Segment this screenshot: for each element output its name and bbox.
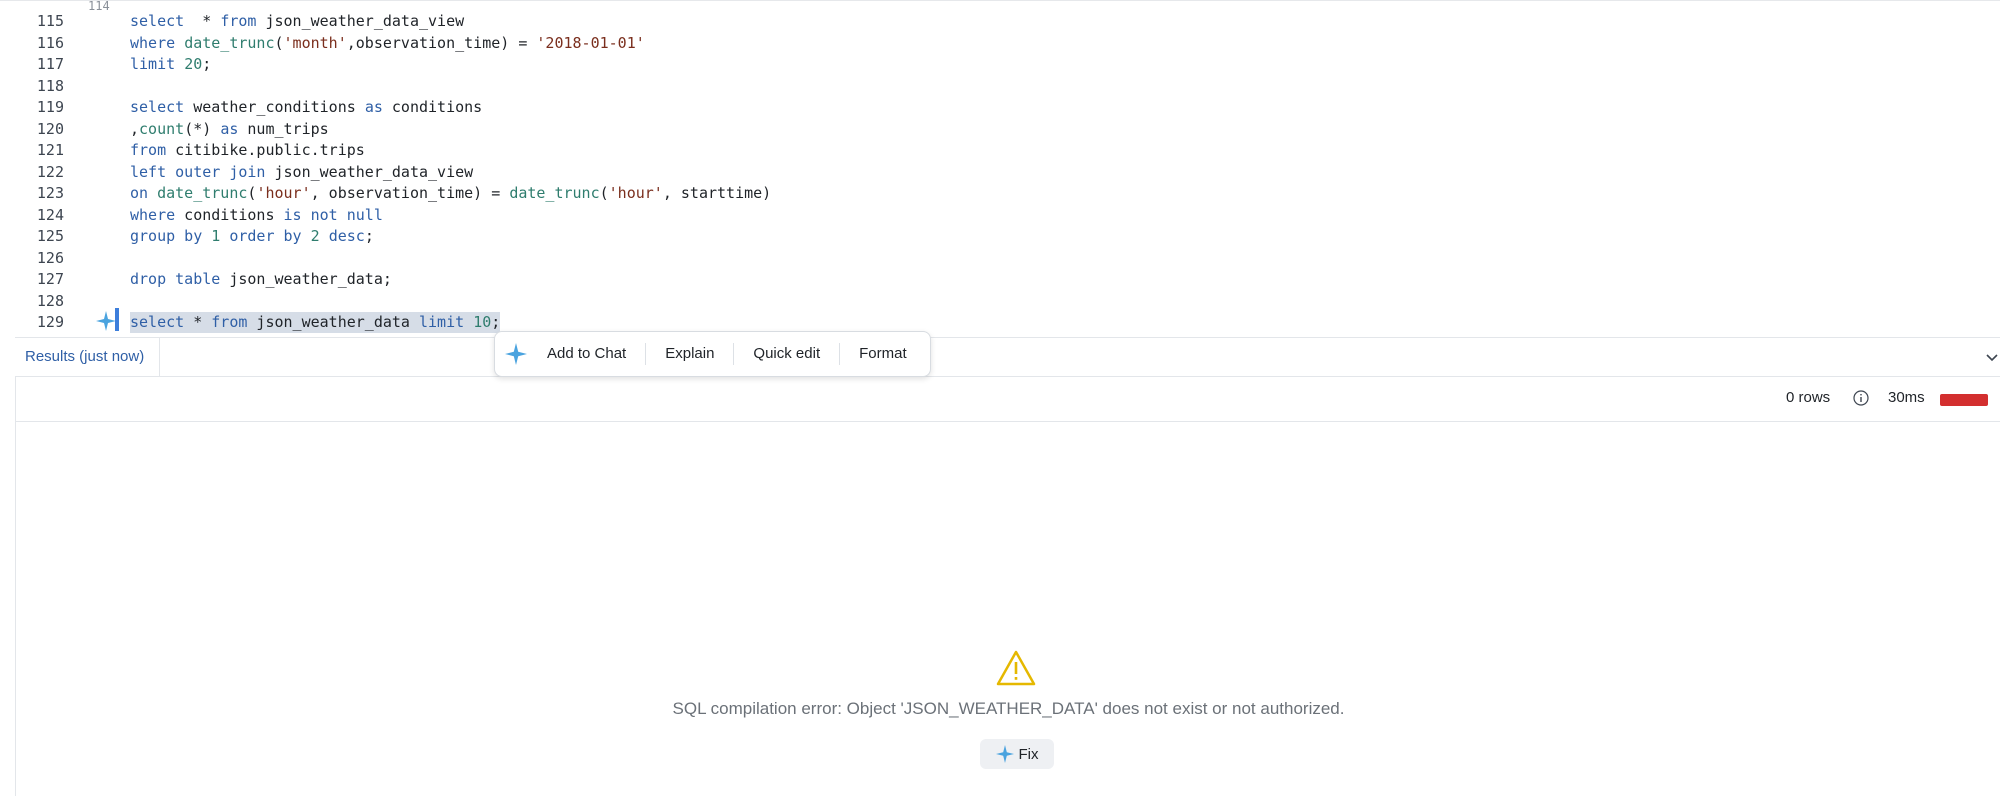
fix-label: Fix <box>1018 745 1039 763</box>
code-text[interactable]: select * from json_weather_data_view <box>130 11 464 32</box>
error-message: SQL compilation error: Object 'JSON_WEAT… <box>672 699 1345 718</box>
code-text[interactable]: ,count(*) as num_trips <box>130 119 329 140</box>
line-number: 119 <box>36 98 64 116</box>
code-text[interactable]: left outer join json_weather_data_view <box>130 162 473 183</box>
code-line[interactable]: 122 left outer join json_weather_data_vie… <box>0 162 2000 183</box>
line-number: 126 <box>36 248 64 267</box>
code-text[interactable]: where conditions is not null <box>130 205 383 226</box>
tab-results[interactable]: Results (just now) <box>15 338 160 377</box>
selection-ai-toolbar: Add to Chat Explain Quick edit Format <box>494 331 931 377</box>
results-panel: 0 rows 30ms SQL compilation error: Objec… <box>15 377 2000 796</box>
active-line-marker <box>115 308 119 331</box>
code-text[interactable]: group by 1 order by 2 desc; <box>130 226 374 247</box>
code-text[interactable]: from citibike.public.trips <box>130 140 365 161</box>
row-count: 0 rows <box>1786 389 1831 406</box>
line-number: 123 <box>36 184 64 202</box>
fix-button[interactable]: Fix <box>980 739 1054 769</box>
code-line[interactable]: 117 limit 20; <box>0 54 2000 75</box>
line-number: 118 <box>36 76 64 95</box>
code-line[interactable]: 119 select weather_conditions as conditio… <box>0 97 2000 118</box>
code-text[interactable]: on date_trunc('hour', observation_time) … <box>130 183 771 204</box>
code-line[interactable]: 124 where conditions is not null <box>0 205 2000 226</box>
code-text[interactable]: drop table json_weather_data; <box>130 269 392 290</box>
code-line[interactable]: 129 select * from json_weather_data limit… <box>0 312 2000 333</box>
quick-edit-button[interactable]: Quick edit <box>734 343 841 365</box>
line-number: 129 <box>36 313 64 331</box>
code-line[interactable]: 125 group by 1 order by 2 desc; <box>0 226 2000 247</box>
code-line[interactable]: 118 <box>0 76 2000 97</box>
chevron-down-icon[interactable] <box>1984 349 2000 365</box>
ai-sparkle-icon <box>995 745 1014 763</box>
line-number: 116 <box>36 33 64 52</box>
code-line[interactable]: 123 on date_trunc('hour', observation_tim… <box>0 183 2000 204</box>
format-button[interactable]: Format <box>840 343 926 365</box>
code-line[interactable]: 115 select * from json_weather_data_view <box>0 11 2000 32</box>
code-text[interactable]: limit 20; <box>130 54 211 75</box>
results-stats-bar: 0 rows 30ms <box>16 377 2000 422</box>
code-line[interactable]: 120 ,count(*) as num_trips <box>0 119 2000 140</box>
ai-sparkle-icon[interactable] <box>96 311 116 331</box>
sql-editor[interactable]: 114 115 select * from json_weather_data_v… <box>0 0 2000 337</box>
code-text[interactable]: select * from json_weather_data limit 10… <box>130 312 501 333</box>
code-line[interactable]: 126 <box>0 248 2000 269</box>
line-number: 121 <box>36 141 64 159</box>
line-number: 115 <box>36 12 64 30</box>
line-number: 127 <box>36 270 64 288</box>
code-text[interactable]: select weather_conditions as conditions <box>130 97 482 118</box>
duration-bar <box>1940 394 1988 406</box>
line-number: 128 <box>36 291 64 310</box>
line-number: 120 <box>36 119 64 138</box>
code-text[interactable]: where date_trunc('month',observation_tim… <box>130 33 645 54</box>
code-line[interactable]: 121 from citibike.public.trips <box>0 140 2000 161</box>
warning-icon <box>996 650 1036 686</box>
query-duration: 30ms <box>1888 389 1925 406</box>
code-line[interactable]: 128 <box>0 291 2000 312</box>
add-to-chat-button[interactable]: Add to Chat <box>541 343 647 365</box>
code-line[interactable]: 127 drop table json_weather_data; <box>0 269 2000 290</box>
line-number: 122 <box>36 162 64 181</box>
line-number: 125 <box>36 227 64 245</box>
ai-sparkle-icon <box>505 343 527 365</box>
explain-button[interactable]: Explain <box>646 343 735 365</box>
line-number: 124 <box>36 205 64 224</box>
code-line[interactable]: 116 where date_trunc('month',observation_… <box>0 33 2000 54</box>
line-number: 117 <box>36 55 64 73</box>
results-header: Results (just now) <box>15 337 2000 377</box>
info-icon[interactable] <box>1853 390 1869 406</box>
